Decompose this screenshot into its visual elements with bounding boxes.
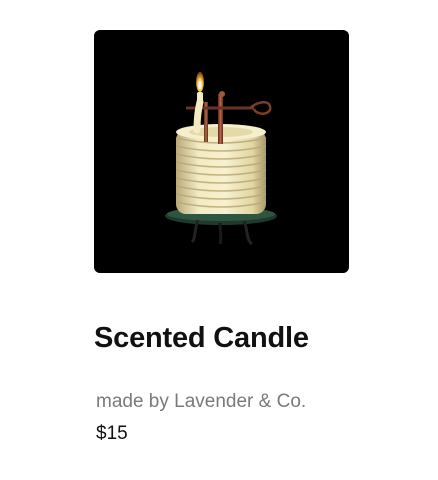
- product-image[interactable]: [94, 30, 349, 273]
- product-price: $15: [96, 423, 128, 444]
- product-card: Scented Candle made by Lavender & Co. $1…: [0, 0, 438, 480]
- coil-candle-illustration: [165, 72, 277, 246]
- product-maker: made by Lavender & Co.: [96, 391, 307, 412]
- candle-flame: [193, 72, 204, 134]
- product-title: Scented Candle: [94, 322, 309, 354]
